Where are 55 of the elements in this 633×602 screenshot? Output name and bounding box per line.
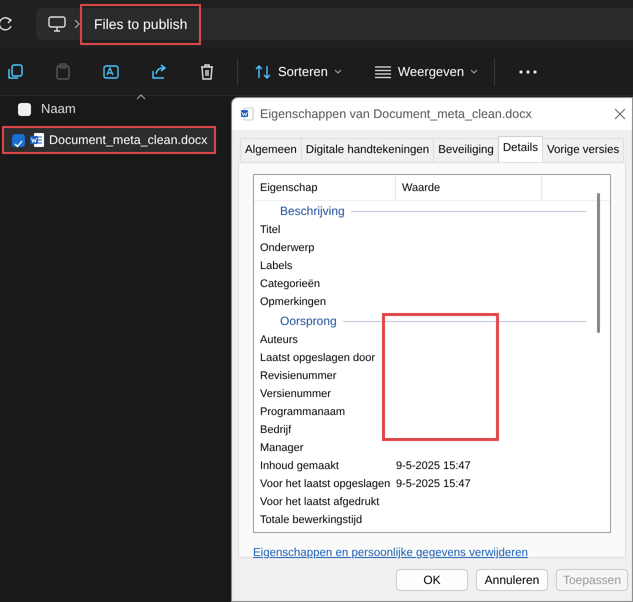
chevron-icon — [74, 19, 80, 29]
file-row[interactable]: Document_meta_clean.docx — [2, 126, 216, 154]
select-all-checkbox[interactable] — [18, 102, 31, 116]
property-name: Voor het laatst opgeslagen — [260, 476, 392, 492]
property-name: Versienummer — [260, 386, 332, 402]
copy-icon — [6, 62, 24, 80]
sort-arrows-icon — [254, 64, 272, 80]
close-icon — [614, 108, 626, 120]
group-heading: Oorsprong — [279, 313, 337, 330]
property-name: Revisienummer — [260, 368, 338, 384]
trash-icon — [198, 62, 216, 80]
property-name: Programmanaam — [260, 404, 346, 420]
property-name: Bedrijf — [260, 422, 292, 438]
property-value: 9-5-2025 15:47 — [396, 458, 471, 474]
tab[interactable]: Algemeen — [240, 138, 302, 162]
column-header[interactable]: Naam — [41, 99, 76, 119]
property-name: Laatst opgeslagen door — [260, 350, 376, 366]
sort-caret-icon — [136, 94, 146, 100]
share-icon — [150, 62, 168, 80]
property-name: Titel — [260, 222, 282, 238]
file-name: Document_meta_clean.docx — [49, 132, 208, 149]
breadcrumb-item[interactable]: Files to publish — [80, 4, 202, 44]
property-name: Opmerkingen — [260, 294, 328, 310]
property-name: Totale bewerkingstijd — [260, 512, 364, 528]
document-icon — [29, 132, 45, 148]
caret-icon — [470, 68, 478, 74]
tab[interactable]: Details — [498, 136, 543, 162]
dialog-button[interactable]: Annuleren — [476, 569, 548, 591]
dialog-button[interactable]: OK — [396, 569, 468, 591]
property-name: Auteurs — [260, 332, 299, 348]
property-name: Labels — [260, 258, 294, 274]
property-name: Inhoud gemaakt — [260, 458, 340, 474]
caret-icon — [334, 68, 342, 74]
property-name: Voor het laatst afgedrukt — [260, 494, 380, 510]
clipboard-icon — [54, 62, 72, 80]
rename-icon — [102, 62, 120, 80]
window-title: Eigenschappen van Document_meta_clean.docx — [260, 106, 532, 123]
property-value: 9-5-2025 15:47 — [396, 476, 471, 492]
remove-properties-link[interactable]: Eigenschappen en persoonlijke gegevens verwijderen — [253, 545, 528, 562]
more-icon — [519, 70, 538, 74]
monitor-icon[interactable] — [48, 16, 66, 32]
view-button[interactable]: Weergeven — [364, 56, 488, 88]
row-checkbox[interactable] — [12, 134, 25, 146]
refresh-icon[interactable] — [0, 17, 12, 31]
column-header[interactable]: Eigenschap — [260, 176, 396, 200]
property-name: Categorieën — [260, 276, 321, 292]
group-heading: Beschrijving — [279, 203, 345, 220]
sort-button[interactable]: Sorteren — [244, 56, 352, 88]
column-header[interactable]: Waarde — [396, 176, 542, 200]
property-name: Manager — [260, 440, 304, 456]
lines-icon — [374, 64, 392, 78]
property-name: Onderwerp — [260, 240, 316, 256]
scrollbar-thumb[interactable] — [597, 193, 600, 333]
document-icon — [240, 107, 254, 121]
tab[interactable]: Vorige versies — [542, 138, 624, 162]
